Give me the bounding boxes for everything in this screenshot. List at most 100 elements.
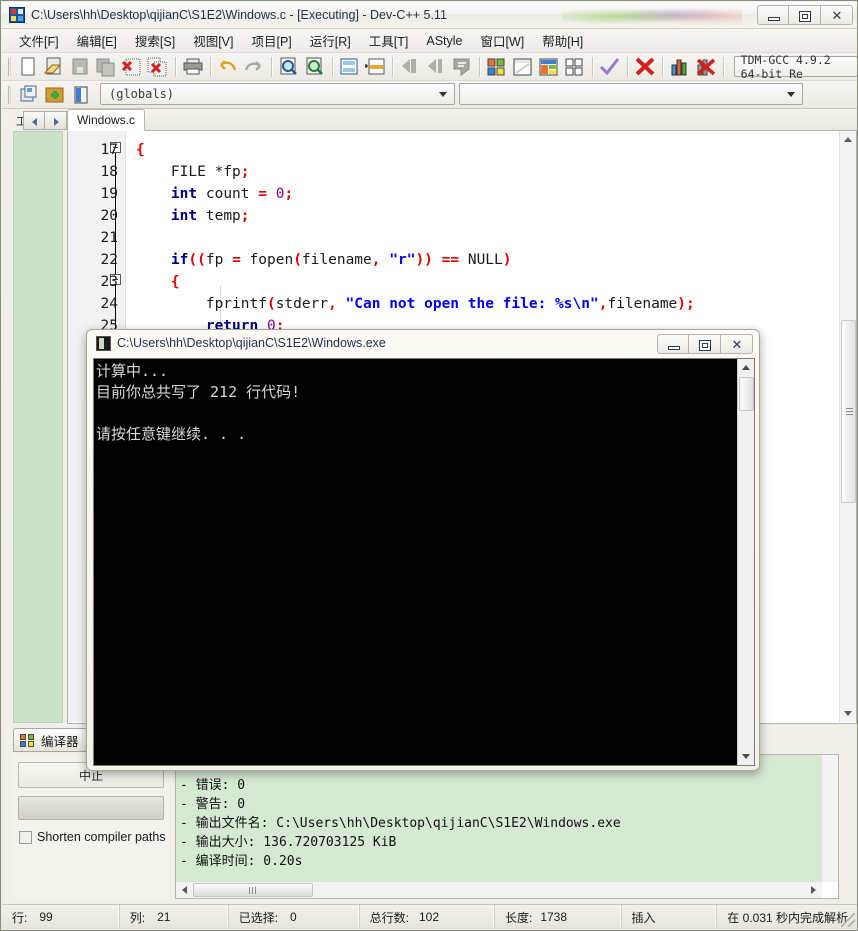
app-icon	[9, 7, 25, 23]
log-horizontal-scrollbar[interactable]	[176, 881, 822, 898]
symbol-combo[interactable]	[459, 83, 803, 105]
console-vertical-scrollbar[interactable]	[737, 359, 754, 765]
status-insert-mode: 插入	[622, 905, 718, 929]
stop-execution-icon[interactable]	[632, 55, 658, 79]
code-line-17: {	[136, 142, 145, 158]
toolbar-grip[interactable]	[5, 56, 13, 78]
close-icon: ✕	[831, 9, 843, 24]
editor-tab-windows-c[interactable]: Windows.c	[67, 109, 145, 131]
line-number: 24	[100, 296, 118, 312]
status-row: 行: 99	[2, 905, 120, 929]
code-line-23: {	[170, 274, 180, 290]
tab-scroll-arrows	[23, 111, 67, 130]
status-row-label: 行:	[12, 910, 28, 925]
delete-profile-icon[interactable]	[693, 55, 719, 79]
compiler-icon	[20, 733, 36, 748]
redo-icon[interactable]	[241, 55, 267, 79]
line-number: 20	[100, 208, 118, 224]
editor-scrollbar-thumb[interactable]	[841, 320, 856, 503]
toolbar-separator-10	[722, 56, 724, 77]
maximize-button[interactable]	[789, 5, 821, 25]
arrow-down-icon-2	[742, 754, 750, 759]
tab-scroll-left-button[interactable]	[23, 111, 45, 130]
compile-icon[interactable]	[484, 55, 510, 79]
tab-scroll-right-button[interactable]	[45, 111, 67, 130]
menu-file[interactable]: 文件[F]	[10, 28, 68, 53]
project-tree[interactable]	[13, 131, 63, 723]
status-insert-mode-label: 插入	[631, 910, 656, 925]
console-window-controls: ✕	[657, 334, 753, 354]
new-file-icon[interactable]	[15, 55, 41, 79]
menu-run[interactable]: 运行[R]	[301, 28, 360, 53]
console-scrollbar-thumb[interactable]	[739, 377, 754, 411]
new-project-icon[interactable]	[16, 83, 42, 107]
split-view-icon[interactable]	[362, 55, 388, 79]
status-selected: 已选择: 0	[229, 905, 360, 929]
console-restore-button[interactable]	[689, 334, 721, 354]
menu-astyle[interactable]: AStyle	[417, 31, 471, 51]
undo-icon[interactable]	[215, 55, 241, 79]
log-scroll-right-button[interactable]	[805, 882, 821, 897]
shorten-paths-checkbox[interactable]: Shorten compiler paths	[19, 830, 166, 844]
scope-combo[interactable]: (globals)	[100, 83, 455, 105]
save-all-icon[interactable]	[93, 55, 119, 79]
run-icon[interactable]	[510, 55, 536, 79]
menu-project[interactable]: 项目[P]	[242, 28, 300, 53]
editor-vertical-scrollbar[interactable]	[839, 131, 856, 722]
minimize-button[interactable]	[757, 5, 789, 25]
close-button[interactable]: ✕	[821, 5, 853, 25]
indent-right-icon[interactable]	[423, 55, 449, 79]
status-col: 列: 21	[120, 905, 229, 929]
open-file-icon[interactable]	[41, 55, 67, 79]
progress-bar	[18, 796, 164, 820]
menu-tools[interactable]: 工具[T]	[360, 28, 418, 53]
log-scrollbar-thumb[interactable]	[193, 883, 313, 897]
print-icon[interactable]	[180, 55, 206, 79]
profile-icon[interactable]	[667, 55, 693, 79]
find-icon[interactable]	[276, 55, 302, 79]
indent-left-icon[interactable]	[397, 55, 423, 79]
find-next-icon[interactable]	[302, 55, 328, 79]
menu-view[interactable]: 视图[V]	[184, 28, 242, 53]
menu-edit[interactable]: 编辑[E]	[68, 28, 126, 53]
syntax-check-icon[interactable]	[597, 55, 623, 79]
dev-cpp-window: C:\Users\hh\Desktop\qijianC\S1E2\Windows…	[0, 0, 858, 931]
console-minimize-button[interactable]	[657, 334, 689, 354]
console-icon	[96, 336, 111, 351]
project-options-icon[interactable]	[68, 83, 94, 107]
arrow-left-icon-2	[182, 886, 187, 894]
toolbar2-grip[interactable]	[5, 84, 14, 106]
log-scroll-left-button[interactable]	[177, 882, 193, 897]
save-file-icon[interactable]	[67, 55, 93, 79]
menu-help[interactable]: 帮助[H]	[533, 28, 592, 53]
menu-window[interactable]: 窗口[W]	[472, 28, 534, 53]
titlebar-glow	[562, 2, 742, 28]
resize-grip[interactable]	[841, 913, 855, 927]
add-to-project-icon[interactable]	[42, 83, 68, 107]
menu-search[interactable]: 搜索[S]	[126, 28, 184, 53]
console-close-button[interactable]: ✕	[721, 334, 753, 354]
comment-icon[interactable]	[449, 55, 475, 79]
code-line-18: FILE *fp;	[136, 164, 250, 180]
compiler-log-text[interactable]: -------- - 错误: 0 - 警告: 0 - 输出文件名: C:\Use…	[176, 755, 822, 882]
console-window[interactable]: C:\Users\hh\Desktop\qijianC\S1E2\Windows…	[86, 329, 760, 771]
compiler-set-combo: TDM-GCC 4.9.2 64-bit Re	[733, 53, 857, 81]
tab-compiler-label: 编译器	[41, 734, 79, 749]
compiler-set-value[interactable]: TDM-GCC 4.9.2 64-bit Re	[741, 53, 855, 81]
console-output-area[interactable]: 计算中... 目前你总共写了 212 行代码! 请按任意键继续. . .	[93, 358, 755, 766]
status-length: 长度: 1738	[495, 905, 622, 929]
project-panel-edge	[3, 131, 12, 723]
scroll-down-button[interactable]	[840, 705, 856, 722]
tab-compiler[interactable]: 编译器	[13, 728, 88, 752]
console-scroll-down-button[interactable]	[738, 748, 754, 765]
rebuild-all-icon[interactable]	[562, 55, 588, 79]
arrow-right-icon-2	[811, 886, 816, 894]
console-scroll-up-button[interactable]	[738, 359, 754, 376]
close-all-icon[interactable]	[145, 55, 171, 79]
compile-run-icon[interactable]	[536, 55, 562, 79]
goto-line-icon[interactable]	[336, 55, 362, 79]
log-vertical-scrollbar[interactable]	[821, 755, 838, 882]
scroll-up-button[interactable]	[840, 131, 856, 148]
status-bar: 行: 99 列: 21 已选择: 0 总行数: 102 长度: 1738 插入 …	[2, 904, 857, 929]
close-file-icon[interactable]	[119, 55, 145, 79]
